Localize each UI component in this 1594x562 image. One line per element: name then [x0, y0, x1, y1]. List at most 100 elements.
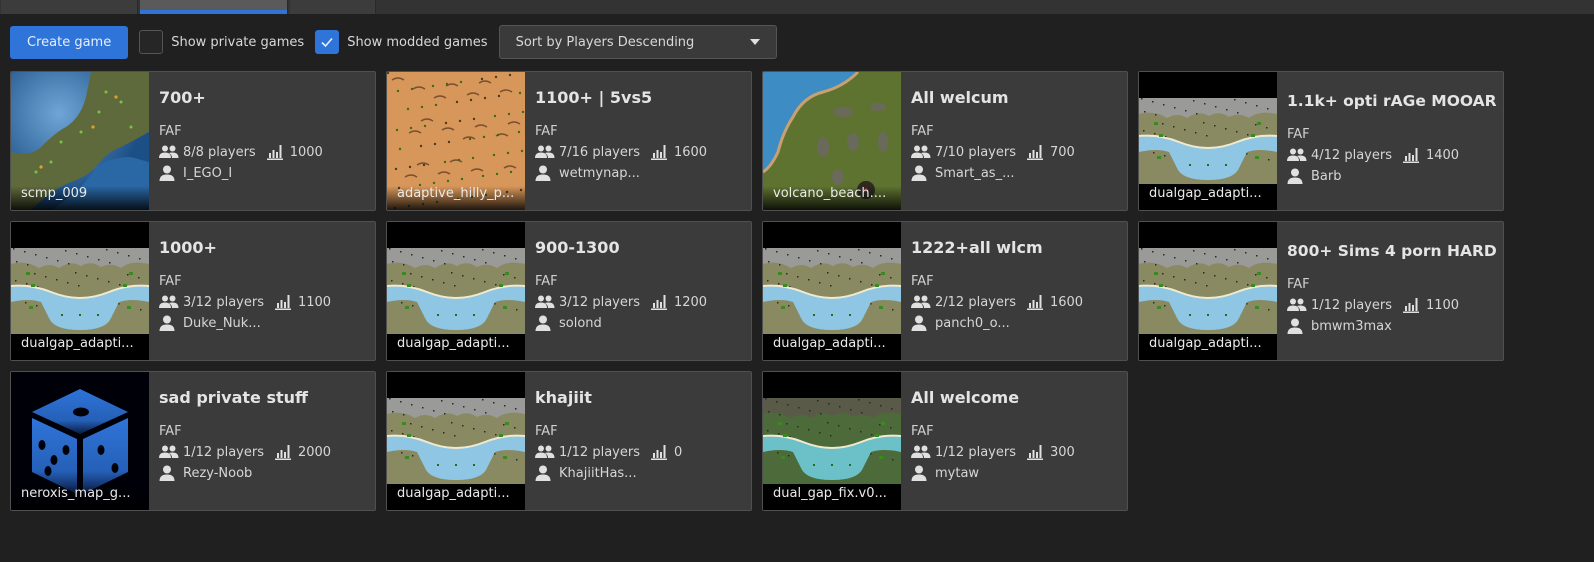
- game-card[interactable]: dual_gap_fix.v0... All welcome FAF 1/12 …: [762, 371, 1128, 511]
- show-private-games-checkbox[interactable]: Show private games: [139, 30, 304, 54]
- stats-row: 1/12 players 2000: [159, 444, 375, 460]
- map-name: dualgap_adapti...: [1139, 336, 1277, 360]
- stats-row: 7/16 players 1600: [535, 144, 751, 160]
- player-count: 7/16 players: [559, 144, 640, 160]
- game-card[interactable]: volcano_beach.... All welcum FAF 7/10 pl…: [762, 71, 1128, 211]
- player-count: 3/12 players: [559, 294, 640, 310]
- host-row: Duke_Nuk...: [159, 315, 375, 331]
- map-thumbnail: dualgap_adapti...: [387, 222, 525, 360]
- game-info: 1100+ | 5vs5 FAF 7/16 players 1600 wetmy…: [525, 72, 751, 210]
- map-thumbnail: adaptive_hilly_p...: [387, 72, 525, 210]
- host-row: wetmynap...: [535, 165, 751, 181]
- stats-row: 1/12 players 1100: [1287, 297, 1503, 313]
- average-rating: 300: [1049, 444, 1075, 460]
- average-rating: 1100: [1425, 297, 1460, 313]
- game-card[interactable]: adaptive_hilly_p... 1100+ | 5vs5 FAF 7/1…: [386, 71, 752, 211]
- game-info: khajiit FAF 1/12 players 0 KhajiitHas...: [525, 372, 751, 510]
- game-card[interactable]: dualgap_adapti... khajiit FAF 1/12 playe…: [386, 371, 752, 511]
- host-row: Rezy-Noob: [159, 465, 375, 481]
- map-thumbnail: dualgap_adapti...: [1139, 72, 1277, 210]
- game-info: All welcum FAF 7/10 players 700 Smart_as…: [901, 72, 1127, 210]
- map-name: dualgap_adapti...: [763, 336, 901, 360]
- map-name: dualgap_adapti...: [1139, 186, 1277, 210]
- chevron-down-icon: [749, 39, 760, 45]
- host-user-icon: [1287, 318, 1307, 334]
- players-icon: [1287, 297, 1307, 313]
- players-icon: [911, 444, 931, 460]
- player-count: 7/10 players: [935, 144, 1016, 160]
- game-title: 1.1k+ opti rAGe MOOAR: [1287, 92, 1497, 110]
- host-name: mytaw: [935, 465, 980, 481]
- host-row: bmwm3max: [1287, 318, 1503, 334]
- game-card[interactable]: dualgap_adapti... 1.1k+ opti rAGe MOOAR …: [1138, 71, 1504, 211]
- tab-3[interactable]: [290, 0, 376, 14]
- map-thumbnail: dualgap_adapti...: [1139, 222, 1277, 360]
- players-icon: [535, 294, 555, 310]
- average-rating: 0: [673, 444, 683, 460]
- average-rating: 2000: [297, 444, 332, 460]
- rating-icon: [1026, 294, 1046, 310]
- game-grid: scmp_009 700+ FAF 8/8 players 1000 I_EGO…: [10, 71, 1504, 511]
- players-icon: [1287, 147, 1307, 163]
- stats-row: 4/12 players 1400: [1287, 147, 1503, 163]
- sort-dropdown[interactable]: Sort by Players Descending: [498, 25, 777, 59]
- tab-1[interactable]: [1, 0, 138, 14]
- map-name: dualgap_adapti...: [387, 336, 525, 360]
- rating-icon: [1026, 144, 1046, 160]
- featured-mod: FAF: [159, 124, 182, 139]
- map-thumbnail: dualgap_adapti...: [11, 222, 149, 360]
- game-info: sad private stuff FAF 1/12 players 2000 …: [149, 372, 375, 510]
- host-row: KhajiitHas...: [535, 465, 751, 481]
- player-count: 1/12 players: [935, 444, 1016, 460]
- create-game-button[interactable]: Create game: [10, 25, 129, 59]
- game-card[interactable]: neroxis_map_g... sad private stuff FAF 1…: [10, 371, 376, 511]
- player-count: 1/12 players: [1311, 297, 1392, 313]
- game-card[interactable]: dualgap_adapti... 1222+all wlcm FAF 2/12…: [762, 221, 1128, 361]
- featured-mod: FAF: [911, 124, 934, 139]
- host-row: panch0_o...: [911, 315, 1127, 331]
- game-title: 1100+ | 5vs5: [535, 88, 653, 107]
- game-info: 1.1k+ opti rAGe MOOAR FAF 4/12 players 1…: [1277, 72, 1503, 210]
- host-row: solond: [535, 315, 751, 331]
- map-name: neroxis_map_g...: [11, 486, 149, 510]
- average-rating: 1600: [1049, 294, 1084, 310]
- stats-row: 3/12 players 1200: [535, 294, 751, 310]
- checkbox-box-checked[interactable]: [315, 30, 340, 54]
- game-card[interactable]: scmp_009 700+ FAF 8/8 players 1000 I_EGO…: [10, 71, 376, 211]
- featured-mod: FAF: [1287, 277, 1310, 292]
- rating-icon: [266, 144, 286, 160]
- rating-icon: [650, 144, 670, 160]
- map-thumbnail: dualgap_adapti...: [763, 222, 901, 360]
- game-card[interactable]: dualgap_adapti... 800+ Sims 4 porn HARD …: [1138, 221, 1504, 361]
- player-count: 8/8 players: [183, 144, 256, 160]
- average-rating: 1100: [297, 294, 332, 310]
- featured-mod: FAF: [1287, 127, 1310, 142]
- checkbox-box[interactable]: [139, 30, 164, 54]
- stats-row: 1/12 players 0: [535, 444, 751, 460]
- game-info: 800+ Sims 4 porn HARD FAF 1/12 players 1…: [1277, 222, 1503, 360]
- game-title: 1222+all wlcm: [911, 238, 1043, 257]
- checkmark-icon: [321, 37, 333, 48]
- toolbar: Create game Show private games Show modd…: [10, 25, 777, 59]
- game-title: 900-1300: [535, 238, 620, 257]
- stats-row: 3/12 players 1100: [159, 294, 375, 310]
- average-rating: 700: [1049, 144, 1075, 160]
- map-thumbnail: volcano_beach....: [763, 72, 901, 210]
- game-card[interactable]: dualgap_adapti... 1000+ FAF 3/12 players…: [10, 221, 376, 361]
- game-title: 700+: [159, 88, 206, 107]
- show-modded-games-checkbox[interactable]: Show modded games: [315, 30, 488, 54]
- rating-icon: [1026, 444, 1046, 460]
- average-rating: 1000: [289, 144, 323, 160]
- sort-selected-value: Sort by Players Descending: [515, 34, 695, 50]
- host-user-icon: [159, 315, 179, 331]
- game-card[interactable]: dualgap_adapti... 900-1300 FAF 3/12 play…: [386, 221, 752, 361]
- game-title: 1000+: [159, 238, 217, 257]
- host-user-icon: [159, 165, 179, 181]
- featured-mod: FAF: [159, 274, 182, 289]
- map-thumbnail: neroxis_map_g...: [11, 372, 149, 510]
- game-title: All welcum: [911, 88, 1009, 107]
- players-icon: [911, 144, 931, 160]
- featured-mod: FAF: [911, 424, 934, 439]
- checkbox-label: Show private games: [171, 34, 305, 50]
- tab-2-active[interactable]: [140, 0, 288, 14]
